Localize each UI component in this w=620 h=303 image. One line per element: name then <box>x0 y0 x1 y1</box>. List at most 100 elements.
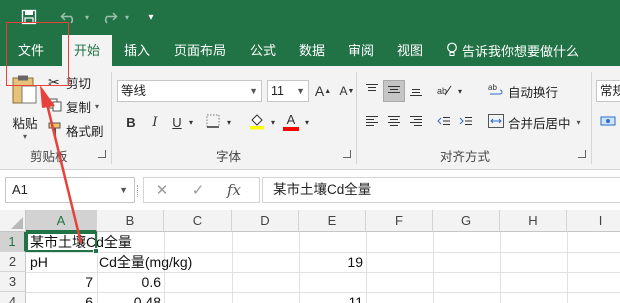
decrease-indent-icon <box>437 114 451 131</box>
column-header-a[interactable]: A <box>26 210 97 232</box>
fill-color-dropdown-icon[interactable]: ▾ <box>268 111 278 133</box>
redo-dropdown-icon[interactable]: ▾ <box>122 4 132 30</box>
column-header-g[interactable]: G <box>433 210 500 232</box>
tab-page-layout[interactable]: 页面布局 <box>167 35 233 66</box>
chevron-down-icon: ▼ <box>296 86 305 96</box>
currency-format-button[interactable] <box>597 111 619 133</box>
wrap-text-button[interactable]: ab 自动换行 <box>488 81 558 101</box>
align-center-button[interactable] <box>383 111 405 133</box>
column-header-f[interactable]: F <box>366 210 433 232</box>
cell-b4[interactable]: 0.48 <box>97 292 161 303</box>
orientation-dropdown-icon[interactable]: ▾ <box>455 80 465 102</box>
copy-button[interactable]: 复制 ▾ <box>48 96 99 116</box>
font-color-button[interactable]: A <box>280 111 302 133</box>
formula-bar: A1 ▼ ✕ ✓ fx 某市土壤Cd全量 <box>0 170 620 210</box>
tab-formulas[interactable]: 公式 <box>242 35 284 66</box>
copy-label: 复制 <box>66 100 92 115</box>
cell-e4[interactable]: 11 <box>299 292 363 303</box>
orientation-icon: ab <box>436 83 452 100</box>
format-painter-label: 格式刷 <box>66 124 104 139</box>
tell-me-box[interactable]: 告诉我你想要做什么 <box>446 35 579 66</box>
increase-indent-button[interactable] <box>455 111 477 133</box>
merge-center-dropdown-icon[interactable]: ▾ <box>577 118 581 127</box>
paintbrush-icon <box>48 122 66 139</box>
cancel-entry-icon[interactable]: ✕ <box>144 181 180 199</box>
copy-dropdown-icon[interactable]: ▾ <box>95 102 99 111</box>
undo-dropdown-icon[interactable]: ▾ <box>82 4 92 30</box>
decrease-font-size-button[interactable]: A ▼ <box>336 80 358 102</box>
row-header-1[interactable]: 1 <box>0 232 26 252</box>
column-header-d[interactable]: D <box>232 210 299 232</box>
align-right-button[interactable] <box>405 111 427 133</box>
formula-input[interactable]: 某市土壤Cd全量 <box>262 177 620 203</box>
row-header-4[interactable]: 4 <box>0 292 26 303</box>
redo-icon[interactable] <box>96 4 122 30</box>
number-format-value: 常规 <box>600 84 620 98</box>
font-color-dropdown-icon[interactable]: ▾ <box>302 111 312 133</box>
formula-buttons: ✕ ✓ fx <box>143 177 260 203</box>
name-box[interactable]: A1 ▼ <box>5 177 135 203</box>
bold-button[interactable]: B <box>120 111 142 133</box>
align-middle-button[interactable] <box>383 80 405 102</box>
annotation-highlight-box <box>6 22 69 86</box>
italic-button[interactable]: I <box>144 111 166 133</box>
fill-handle[interactable] <box>93 248 99 254</box>
orientation-button[interactable]: ab <box>433 80 455 102</box>
font-color-swatch <box>283 127 299 131</box>
borders-button[interactable] <box>202 111 224 133</box>
cell-b3[interactable]: 0.6 <box>97 272 161 292</box>
column-header-i[interactable]: I <box>567 210 620 232</box>
align-left-icon <box>365 114 379 131</box>
align-right-icon <box>409 114 423 131</box>
cell-a2[interactable]: pH <box>30 252 48 272</box>
cell-a4[interactable]: 6 <box>26 292 93 303</box>
fill-color-button[interactable] <box>246 111 268 133</box>
tab-data[interactable]: 数据 <box>291 35 333 66</box>
column-header-h[interactable]: H <box>500 210 567 232</box>
worksheet-grid: A B C D E F G H I 1 2 3 4 某市土壤Cd全量 pH Cd… <box>0 210 620 303</box>
font-name-value: 等线 <box>121 84 147 98</box>
clipboard-launcher-icon[interactable] <box>98 150 106 158</box>
tab-view[interactable]: 视图 <box>389 35 431 66</box>
cell-b2[interactable]: Cd全量(mg/kg) <box>99 252 192 272</box>
underline-button[interactable]: U <box>166 111 188 133</box>
merge-center-button[interactable]: 合并后居中 ▾ <box>488 112 581 132</box>
row-header-2[interactable]: 2 <box>0 252 26 272</box>
tab-home[interactable]: 开始 <box>62 35 112 66</box>
tab-review[interactable]: 审阅 <box>340 35 382 66</box>
row-header-3[interactable]: 3 <box>0 272 26 292</box>
column-header-e[interactable]: E <box>299 210 366 232</box>
increase-indent-icon <box>459 114 473 131</box>
underline-dropdown-icon[interactable]: ▾ <box>186 111 196 133</box>
column-header-b[interactable]: B <box>97 210 164 232</box>
select-all-button[interactable] <box>0 210 26 232</box>
wrap-text-label: 自动换行 <box>508 85 559 100</box>
column-header-c[interactable]: C <box>164 210 232 232</box>
name-box-value: A1 <box>12 182 28 197</box>
lightbulb-icon <box>446 42 458 60</box>
format-painter-button[interactable]: 格式刷 <box>48 120 104 140</box>
confirm-entry-icon[interactable]: ✓ <box>180 181 216 199</box>
align-left-button[interactable] <box>361 111 383 133</box>
alignment-group-label: 对齐方式 <box>440 150 491 164</box>
font-size-select[interactable]: 11 ▼ <box>267 80 309 102</box>
increase-font-size-button[interactable]: A ▲ <box>312 80 334 102</box>
font-name-select[interactable]: 等线 ▼ <box>117 80 262 102</box>
paste-dropdown-icon[interactable]: ▾ <box>23 132 27 141</box>
borders-dropdown-icon[interactable]: ▾ <box>224 111 234 133</box>
group-separator <box>591 72 592 164</box>
font-launcher-icon[interactable] <box>343 150 351 158</box>
alignment-launcher-icon[interactable] <box>578 150 586 158</box>
tab-insert[interactable]: 插入 <box>116 35 158 66</box>
insert-function-icon[interactable]: fx <box>216 181 252 199</box>
align-top-button[interactable] <box>361 80 383 102</box>
align-bottom-button[interactable] <box>405 80 427 102</box>
ribbon-tabs: 文件 开始 插入 页面布局 公式 数据 审阅 视图 告诉我你想要做什么 <box>0 35 620 66</box>
customize-qat-icon[interactable]: ▾ <box>138 4 164 30</box>
decrease-indent-button[interactable] <box>433 111 455 133</box>
align-bottom-icon <box>409 83 423 100</box>
font-group-label: 字体 <box>216 150 242 164</box>
cell-a3[interactable]: 7 <box>26 272 93 292</box>
cell-e2[interactable]: 19 <box>299 252 363 272</box>
number-format-select[interactable]: 常规 <box>596 80 620 102</box>
